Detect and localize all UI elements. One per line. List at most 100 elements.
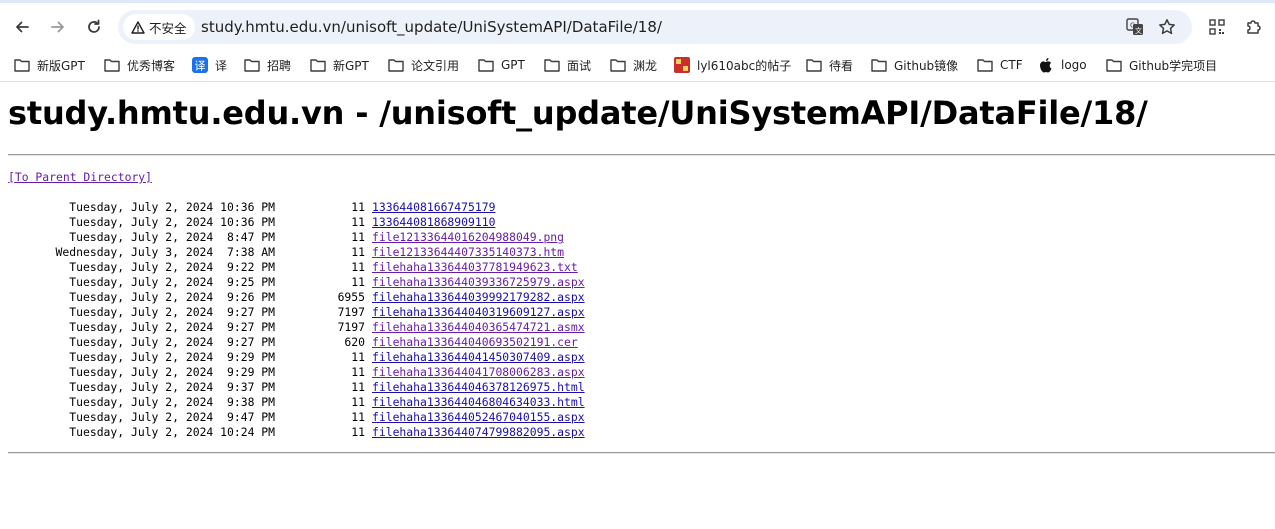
- translate-page-icon[interactable]: G文: [1124, 16, 1146, 38]
- browser-toolbar: 不安全 study.hmtu.edu.vn/unisoft_update/Uni…: [0, 0, 1275, 48]
- file-row: Tuesday, July 2, 2024 10:24 PM 11 filehaha…: [8, 425, 585, 440]
- reload-icon: [88, 19, 100, 33]
- file-date: Tuesday, July 2, 2024 9:47 PM: [69, 410, 275, 424]
- bookmark-xin-gpt[interactable]: 新GPT: [310, 54, 369, 76]
- file-link[interactable]: file12133644407335140373.htm: [372, 245, 564, 260]
- file-link[interactable]: file12133644016204988049.png: [372, 230, 564, 245]
- bookmark-lyl610abc[interactable]: lyl610abc的帖子: [674, 54, 791, 76]
- folder-icon: [977, 57, 993, 73]
- file-date: Wednesday, July 3, 2024 7:38 AM: [55, 245, 275, 259]
- file-link[interactable]: filehaha133644037781949623.txt: [372, 260, 578, 275]
- file-link[interactable]: filehaha133644052467040155.aspx: [372, 410, 585, 425]
- folder-icon: [544, 57, 560, 73]
- security-chip-label: 不安全: [149, 20, 187, 36]
- bookmark-yuanlong[interactable]: 渊龙: [610, 54, 657, 76]
- file-size: 11: [351, 230, 365, 244]
- file-date: Tuesday, July 2, 2024 9:38 PM: [69, 395, 275, 409]
- file-size: 11: [351, 410, 365, 424]
- file-date: Tuesday, July 2, 2024 9:29 PM: [69, 350, 275, 364]
- file-link[interactable]: filehaha133644046804634033.html: [372, 395, 585, 410]
- bookmark-xinban-gpt[interactable]: 新版GPT: [14, 54, 85, 76]
- bookmark-label: 渊龙: [633, 58, 658, 73]
- file-date: Tuesday, July 2, 2024 9:22 PM: [69, 260, 275, 274]
- folder-icon: [478, 57, 494, 73]
- bookmark-zhaopin[interactable]: 招聘: [244, 54, 291, 76]
- qr-code-extension-icon[interactable]: [1205, 15, 1229, 39]
- file-link[interactable]: filehaha133644041450307409.aspx: [372, 350, 585, 365]
- file-listing: Tuesday, July 2, 2024 10:36 PM 11 13364408…: [8, 200, 585, 440]
- file-link[interactable]: filehaha133644074799882095.aspx: [372, 425, 585, 440]
- file-row: Tuesday, July 2, 2024 8:47 PM 11 file12133…: [8, 230, 585, 245]
- file-row: Tuesday, July 2, 2024 9:27 PM 7197 filehah…: [8, 320, 585, 335]
- file-row: Tuesday, July 2, 2024 10:36 PM 11 13364408…: [8, 200, 585, 215]
- file-link[interactable]: filehaha133644040693502191.cer: [372, 335, 578, 350]
- bookmark-label: CTF: [1000, 58, 1023, 72]
- folder-icon: [871, 57, 887, 73]
- bookmark-translate[interactable]: 译 译: [192, 54, 227, 76]
- bookmark-github-xuewan-xiangmu[interactable]: Github学完项目: [1106, 54, 1217, 76]
- page-title: study.hmtu.edu.vn - /unisoft_update/UniS…: [8, 94, 1148, 132]
- file-row: Tuesday, July 2, 2024 9:37 PM 11 filehaha1…: [8, 380, 585, 395]
- file-row: Tuesday, July 2, 2024 10:36 PM 11 13364408…: [8, 215, 585, 230]
- address-bar[interactable]: 不安全 study.hmtu.edu.vn/unisoft_update/Uni…: [118, 10, 1192, 44]
- parent-directory-link[interactable]: [To Parent Directory]: [8, 170, 152, 184]
- bookmark-gpt[interactable]: GPT: [478, 54, 525, 76]
- apple-icon: [1038, 57, 1054, 73]
- folder-icon: [104, 57, 120, 73]
- folder-icon: [610, 57, 626, 73]
- bookmark-label: 新版GPT: [37, 58, 85, 73]
- extensions-puzzle-icon[interactable]: [1242, 15, 1266, 39]
- url-text[interactable]: study.hmtu.edu.vn/unisoft_update/UniSyst…: [201, 18, 662, 36]
- back-button[interactable]: [8, 13, 36, 41]
- bookmark-ctf[interactable]: CTF: [977, 54, 1023, 76]
- file-size: 11: [351, 425, 365, 439]
- bookmark-youxiu-boke[interactable]: 优秀博客: [104, 54, 175, 76]
- bookmark-label: 论文引用: [411, 58, 460, 73]
- bookmark-star-icon[interactable]: [1156, 16, 1178, 38]
- file-row: Tuesday, July 2, 2024 9:25 PM 11 filehaha1…: [8, 275, 585, 290]
- forward-arrow-icon: [51, 21, 64, 33]
- file-row: Tuesday, July 2, 2024 9:29 PM 11 filehaha1…: [8, 365, 585, 380]
- bookmark-mianshi[interactable]: 面试: [544, 54, 591, 76]
- bookmark-daikan[interactable]: 待看: [806, 54, 853, 76]
- security-chip[interactable]: 不安全: [123, 14, 195, 40]
- file-date: Tuesday, July 2, 2024 9:26 PM: [69, 290, 275, 304]
- file-link[interactable]: filehaha133644040365474721.asmx: [372, 320, 585, 335]
- file-link[interactable]: filehaha133644040319609127.aspx: [372, 305, 585, 320]
- file-row: Tuesday, July 2, 2024 9:27 PM 7197 filehah…: [8, 305, 585, 320]
- file-date: Tuesday, July 2, 2024 9:27 PM: [69, 305, 275, 319]
- file-link[interactable]: filehaha133644041708006283.aspx: [372, 365, 585, 380]
- file-size: 11: [351, 260, 365, 274]
- forward-button[interactable]: [44, 13, 72, 41]
- file-row: Wednesday, July 3, 2024 7:38 AM 11 file121…: [8, 245, 585, 260]
- file-size: 620: [344, 335, 365, 349]
- file-link[interactable]: filehaha133644039336725979.aspx: [372, 275, 585, 290]
- file-size: 11: [351, 395, 365, 409]
- file-date: Tuesday, July 2, 2024 9:25 PM: [69, 275, 275, 289]
- bookmark-logo[interactable]: logo: [1038, 54, 1087, 76]
- reload-button[interactable]: [80, 13, 108, 41]
- file-date: Tuesday, July 2, 2024 10:36 PM: [69, 200, 275, 214]
- file-link[interactable]: filehaha133644039992179282.aspx: [372, 290, 585, 305]
- translate-icon: 译: [192, 57, 208, 73]
- file-link[interactable]: filehaha133644046378126975.html: [372, 380, 585, 395]
- file-date: Tuesday, July 2, 2024 8:47 PM: [69, 230, 275, 244]
- folder-icon: [14, 57, 30, 73]
- file-date: Tuesday, July 2, 2024 9:29 PM: [69, 365, 275, 379]
- file-row: Tuesday, July 2, 2024 9:38 PM 11 filehaha1…: [8, 395, 585, 410]
- svg-text:文: 文: [1135, 26, 1142, 35]
- file-link[interactable]: 133644081868909110: [372, 215, 495, 230]
- file-size: 7197: [337, 320, 365, 334]
- page-content: study.hmtu.edu.vn - /unisoft_update/UniS…: [0, 82, 1275, 529]
- bookmark-label: 待看: [829, 58, 854, 73]
- file-size: 11: [351, 215, 365, 229]
- bookmark-lunwen-yinyong[interactable]: 论文引用: [388, 54, 459, 76]
- top-divider: [8, 154, 1275, 156]
- file-size: 6955: [337, 290, 365, 304]
- file-link[interactable]: 133644081667475179: [372, 200, 495, 215]
- bookmark-github-jingxiang[interactable]: Github镜像: [871, 54, 958, 76]
- file-row: Tuesday, July 2, 2024 9:47 PM 11 filehaha1…: [8, 410, 585, 425]
- file-size: 7197: [337, 305, 365, 319]
- bookmark-label: 优秀博客: [127, 58, 176, 73]
- bookmark-label: logo: [1061, 58, 1087, 72]
